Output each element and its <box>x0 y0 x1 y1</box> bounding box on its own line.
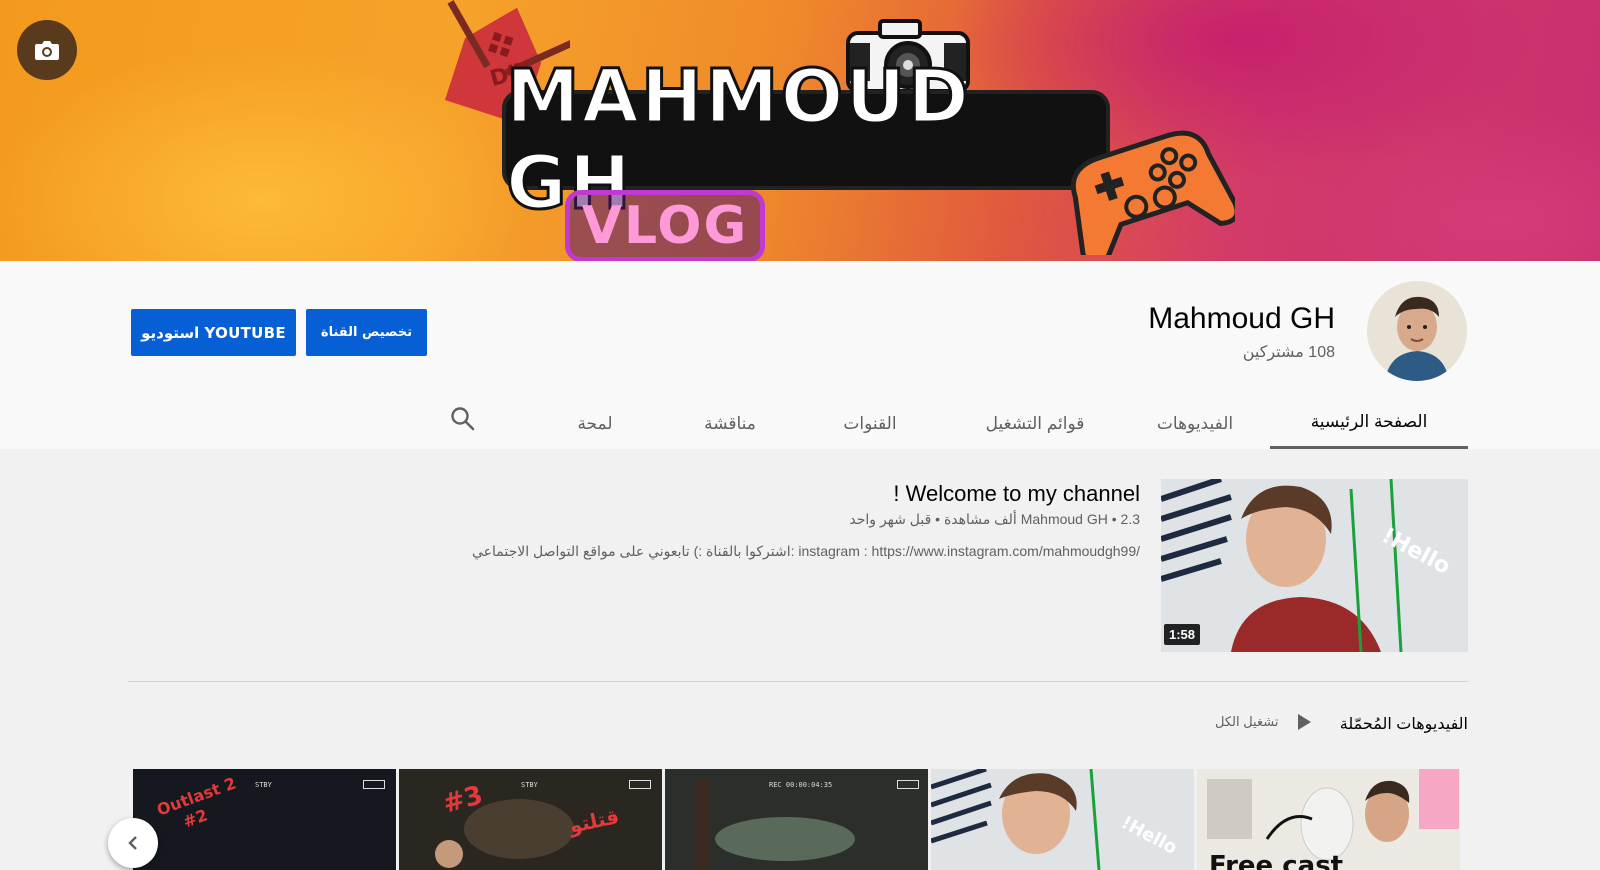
subscriber-count: 108 مشتركين <box>1242 344 1335 361</box>
carousel-prev-button[interactable] <box>108 818 158 868</box>
gamepad-art <box>1070 130 1235 255</box>
uploads-carousel: Outlast 2 #2 STBY #3 قتلتو STBY REC 00:0… <box>133 769 1469 870</box>
video-thumbnail[interactable]: #3 قتلتو STBY <box>399 769 662 870</box>
vlog-text: VLOG <box>581 196 749 256</box>
tab-videos[interactable]: الفيديوهات <box>1130 398 1260 449</box>
featured-video-thumbnail[interactable]: !Hello <box>1161 479 1468 652</box>
battery-icon <box>629 780 651 789</box>
video-duration: 1:58 <box>1164 624 1201 645</box>
tab-playlists[interactable]: قوائم التشغيل <box>945 398 1125 449</box>
channel-search-button[interactable] <box>449 405 477 433</box>
play-icon <box>1298 714 1312 730</box>
featured-video-title[interactable]: ! Welcome to my channel <box>893 481 1140 507</box>
tab-channels[interactable]: القنوات <box>805 398 935 449</box>
video-thumbnail[interactable]: !Hello <box>931 769 1194 870</box>
tab-about[interactable]: لمحة <box>535 398 655 449</box>
channel-banner: DIY MAHMOUD GH VLOG <box>0 0 1600 261</box>
video-thumbnail[interactable]: Outlast 2 #2 STBY <box>133 769 396 870</box>
thumb-stby-text: STBY <box>521 781 538 789</box>
video-thumbnail[interactable]: Free cast <box>1197 769 1460 870</box>
featured-video-description: اشتركوا بالقناة :) تابعوني على مواقع الت… <box>471 543 1140 559</box>
vlog-badge: VLOG <box>565 190 765 261</box>
channel-name: Mahmoud GH <box>1148 302 1335 335</box>
video-thumbnail[interactable]: REC 00:00:04:35 <box>665 769 928 870</box>
shelf-title[interactable]: الفيديوهات المُحمّلة <box>1340 714 1468 734</box>
chevron-left-icon <box>128 836 137 850</box>
avatar[interactable] <box>1367 281 1467 381</box>
edit-banner-button[interactable] <box>17 20 77 80</box>
channel-tabs: الصفحة الرئيسية الفيديوهات قوائم التشغيل… <box>0 398 1600 449</box>
search-icon <box>451 407 475 431</box>
thumb-stby-text: STBY <box>255 781 272 789</box>
play-all-label: تشغيل الكل <box>1215 714 1279 729</box>
tab-discussion[interactable]: مناقشة <box>665 398 795 449</box>
section-divider <box>128 681 1468 682</box>
thumb-title-text: Free cast <box>1209 851 1344 870</box>
avatar-image <box>1367 281 1467 381</box>
play-all-button[interactable]: تشغيل الكل <box>1215 713 1312 731</box>
camera-icon <box>35 41 59 60</box>
tab-home[interactable]: الصفحة الرئيسية <box>1270 398 1468 449</box>
battery-icon <box>363 780 385 789</box>
customize-channel-button[interactable]: تخصيص القناة <box>306 309 427 356</box>
youtube-studio-button[interactable]: استوديو YOUTUBE <box>131 309 296 356</box>
thumb-rec-text: REC 00:00:04:35 <box>769 781 833 789</box>
channel-logo: MAHMOUD GH <box>502 53 1110 228</box>
featured-video-meta: Mahmoud GH • 2.3 ألف مشاهدة • قبل شهر وا… <box>849 511 1140 527</box>
battery-icon <box>897 780 919 789</box>
thumb-art <box>931 769 1194 870</box>
